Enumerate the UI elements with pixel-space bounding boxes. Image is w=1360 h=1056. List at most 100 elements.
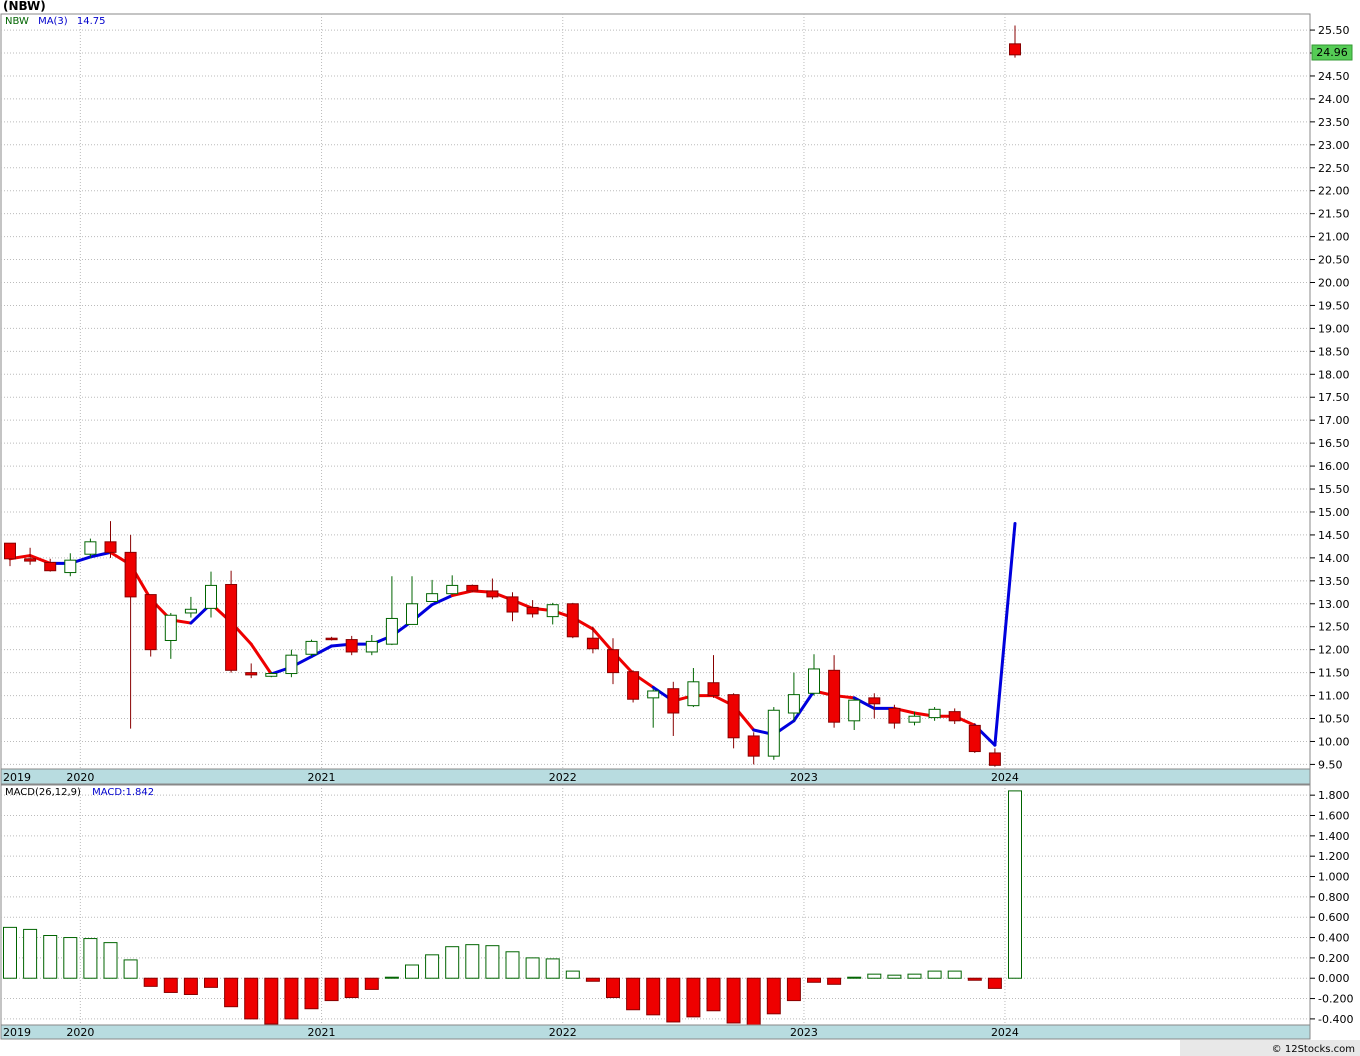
chart-title: (NBW) xyxy=(3,0,46,13)
macd-bar xyxy=(987,977,1002,989)
macd-bar xyxy=(425,954,440,979)
macd-bar xyxy=(927,970,942,979)
candle-body xyxy=(486,590,499,598)
macd-bar xyxy=(766,977,781,1015)
macd-bar xyxy=(83,938,98,979)
candle xyxy=(767,707,780,760)
macd-bar xyxy=(967,977,982,981)
price-y-tick-label: 24.50 xyxy=(1318,70,1350,83)
candle-body xyxy=(345,639,358,653)
candle-body xyxy=(1009,43,1021,56)
macd-bar xyxy=(284,977,299,1020)
macd-bar xyxy=(384,976,399,979)
macd-bar xyxy=(445,946,460,979)
candle xyxy=(968,723,981,753)
macd-bar xyxy=(666,977,681,1023)
price-legend: NBW MA(3) 14.75 xyxy=(5,16,106,27)
macd-bar xyxy=(867,973,882,979)
candle xyxy=(305,639,318,657)
candle xyxy=(466,584,479,593)
candle-body xyxy=(225,583,238,671)
candle xyxy=(144,594,157,657)
macd-bar xyxy=(887,974,902,979)
macd-bar xyxy=(505,951,520,979)
price-date-band xyxy=(0,768,1311,785)
macd-y-tick-label: 1.800 xyxy=(1318,789,1350,802)
macd-bar xyxy=(907,973,922,979)
macd-bar xyxy=(304,977,319,1010)
macd-legend-label: MACD(26,12,9) xyxy=(5,787,81,798)
candle-body xyxy=(64,559,77,574)
macd-y-tick-label: 0.600 xyxy=(1318,911,1350,924)
macd-bar xyxy=(726,977,741,1024)
macd-y-tick-label: 0.000 xyxy=(1318,972,1350,985)
candle-body xyxy=(385,617,398,645)
macd-bar xyxy=(465,944,480,979)
macd-x-tick-label: 2020 xyxy=(66,1026,94,1039)
macd-y-tick-label: -0.200 xyxy=(1318,993,1353,1006)
price-y-tick-label: 20.00 xyxy=(1318,276,1350,289)
macd-x-tick-label: 2024 xyxy=(991,1026,1019,1039)
candle-body xyxy=(526,606,539,615)
candle xyxy=(627,670,640,703)
price-y-tick-label: 10.00 xyxy=(1318,735,1350,748)
price-y-tick-label: 9.50 xyxy=(1318,758,1343,771)
price-x-tick-label: 2021 xyxy=(308,771,336,784)
macd-bar xyxy=(947,970,962,979)
macd-bar xyxy=(103,942,118,979)
candle-body xyxy=(124,551,137,598)
candle-body xyxy=(627,671,640,700)
candle-body xyxy=(4,542,16,560)
price-y-tick-label: 10.50 xyxy=(1318,713,1350,726)
price-y-tick-label: 20.50 xyxy=(1318,254,1350,267)
candle-body xyxy=(84,541,97,555)
candle-body xyxy=(406,603,418,625)
price-y-tick-label: 22.50 xyxy=(1318,162,1350,175)
price-y-tick-label: 18.00 xyxy=(1318,368,1350,381)
site-credit: © 12Stocks.com xyxy=(1272,1044,1355,1055)
price-x-tick-label: 2022 xyxy=(549,771,577,784)
price-x-tick-label: 2019 xyxy=(3,771,31,784)
candle-body xyxy=(305,640,318,655)
macd-bar xyxy=(485,945,500,979)
legend-ma-value: 14.75 xyxy=(77,16,106,27)
macd-y-tick-label: 1.200 xyxy=(1318,850,1350,863)
macd-bar xyxy=(847,976,862,979)
candle-body xyxy=(787,694,800,714)
price-y-tick-label: 22.00 xyxy=(1318,185,1350,198)
macd-bar xyxy=(183,977,198,995)
macd-bar xyxy=(525,957,540,979)
price-y-tick-label: 21.50 xyxy=(1318,208,1350,221)
candle-body xyxy=(325,637,338,641)
price-x-tick-label: 2024 xyxy=(991,771,1019,784)
legend-ma-label: MA(3) xyxy=(38,16,68,27)
macd-bar xyxy=(264,977,279,1025)
candle-body xyxy=(446,584,459,595)
price-y-tick-label: 15.00 xyxy=(1318,506,1350,519)
macd-bar xyxy=(123,959,138,979)
macd-bar xyxy=(827,977,842,985)
candle-body xyxy=(727,694,740,739)
macd-legend-value: MACD:1.842 xyxy=(92,787,154,798)
macd-bar xyxy=(244,977,259,1020)
macd-bar xyxy=(686,977,701,1018)
price-y-tick-label: 13.00 xyxy=(1318,598,1350,611)
macd-y-tick-label: 1.600 xyxy=(1318,810,1350,823)
candle-body xyxy=(647,690,660,699)
macd-bar xyxy=(786,977,801,1002)
price-y-tick-label: 25.50 xyxy=(1318,24,1350,37)
stock-chart: (NBW) 9.50 10.00 10.50 11.00 11.50 12.00 12.50… xyxy=(0,0,1360,1056)
candle xyxy=(225,570,238,673)
candle-body xyxy=(928,708,941,719)
candle-body xyxy=(205,584,217,609)
price-y-tick-label: 12.50 xyxy=(1318,621,1350,634)
candle-body xyxy=(707,682,720,697)
legend-symbol: NBW xyxy=(5,16,29,27)
price-y-tick-label: 13.50 xyxy=(1318,575,1350,588)
price-y-tick-label: 17.00 xyxy=(1318,414,1350,427)
macd-bar xyxy=(324,977,339,1002)
macd-date-band xyxy=(0,1024,1311,1040)
candle-body xyxy=(747,735,760,757)
macd-bar xyxy=(585,977,600,982)
candle-body xyxy=(506,596,519,613)
